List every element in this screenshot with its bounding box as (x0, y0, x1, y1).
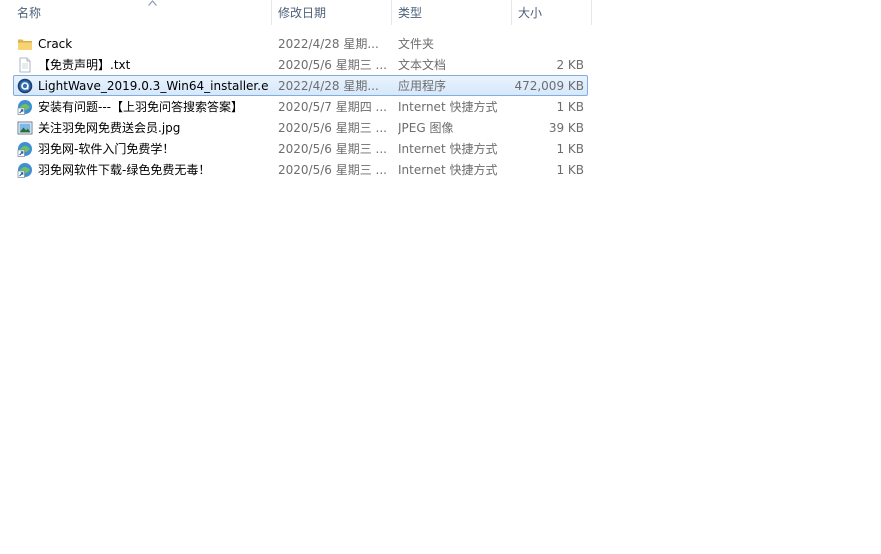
file-name: Crack (38, 37, 73, 51)
image-file-icon (17, 121, 33, 135)
file-date: 2020/5/6 星期三 ... (278, 121, 387, 135)
file-date: 2020/5/6 星期三 ... (278, 58, 387, 72)
column-header-bar: 名称 修改日期 类型 大小 (0, 0, 592, 25)
text-file-icon (19, 57, 31, 73)
file-date: 2020/5/6 星期三 ... (278, 142, 387, 156)
file-size: 1 KB (556, 100, 584, 114)
column-header-name[interactable]: 名称 (11, 0, 272, 25)
file-row[interactable]: Crack 2022/4/28 星期... 文件夹 (13, 33, 588, 54)
file-name: LightWave_2019.0.3_Win64_installer.e... (38, 79, 268, 93)
internet-shortcut-icon (17, 142, 32, 157)
file-name: 羽免网-软件入门免费学！ (38, 142, 175, 156)
file-size: 1 KB (556, 142, 584, 156)
file-size: 39 KB (548, 121, 584, 135)
file-name: 【免责声明】.txt (38, 58, 131, 72)
installer-app-icon (17, 78, 33, 94)
file-type: Internet 快捷方式 (398, 163, 498, 177)
file-name: 羽免网软件下载-绿色免费无毒！ (38, 163, 211, 177)
internet-shortcut-icon (17, 100, 32, 115)
file-size: 472,009 KB (514, 79, 584, 93)
column-header-date[interactable]: 修改日期 (272, 0, 392, 25)
file-name: 安装有问题---【上羽免问答搜索答案】 (38, 100, 243, 114)
column-header-date-label: 修改日期 (278, 6, 327, 20)
file-type: 文本文档 (398, 58, 447, 72)
file-size: 2 KB (556, 58, 584, 72)
file-list-view: 名称 修改日期 类型 大小 Crack 2022/4/28 星期... 文件夹 (0, 0, 881, 554)
file-date: 2020/5/7 星期四 ... (278, 100, 387, 114)
internet-shortcut-icon (17, 163, 32, 178)
file-row[interactable]: 关注羽免网免费送会员.jpg 2020/5/6 星期三 ... JPEG 图像 … (13, 117, 588, 138)
file-date: 2020/5/6 星期三 ... (278, 163, 387, 177)
column-header-type-label: 类型 (398, 6, 423, 20)
file-type: 文件夹 (398, 37, 435, 51)
file-row-selected[interactable]: LightWave_2019.0.3_Win64_installer.e... … (13, 75, 588, 96)
file-type: Internet 快捷方式 (398, 100, 498, 114)
file-row[interactable]: 羽免网-软件入门免费学！ 2020/5/6 星期三 ... Internet 快… (13, 138, 588, 159)
file-date: 2022/4/28 星期... (278, 37, 379, 51)
column-header-name-label: 名称 (17, 6, 42, 20)
file-row[interactable]: 【免责声明】.txt 2020/5/6 星期三 ... 文本文档 2 KB (13, 54, 588, 75)
file-date: 2022/4/28 星期... (278, 79, 379, 93)
file-row[interactable]: 安装有问题---【上羽免问答搜索答案】 2020/5/7 星期四 ... Int… (13, 96, 588, 117)
folder-icon (18, 39, 32, 50)
column-header-size[interactable]: 大小 (512, 0, 592, 25)
sort-ascending-icon (148, 0, 157, 6)
file-row[interactable]: 羽免网软件下载-绿色免费无毒！ 2020/5/6 星期三 ... Interne… (13, 159, 588, 180)
file-type: JPEG 图像 (398, 121, 454, 135)
column-header-type[interactable]: 类型 (392, 0, 512, 25)
file-name: 关注羽免网免费送会员.jpg (38, 121, 181, 135)
column-header-size-label: 大小 (518, 6, 543, 20)
file-size: 1 KB (556, 163, 584, 177)
file-type: 应用程序 (398, 79, 447, 93)
file-type: Internet 快捷方式 (398, 142, 498, 156)
